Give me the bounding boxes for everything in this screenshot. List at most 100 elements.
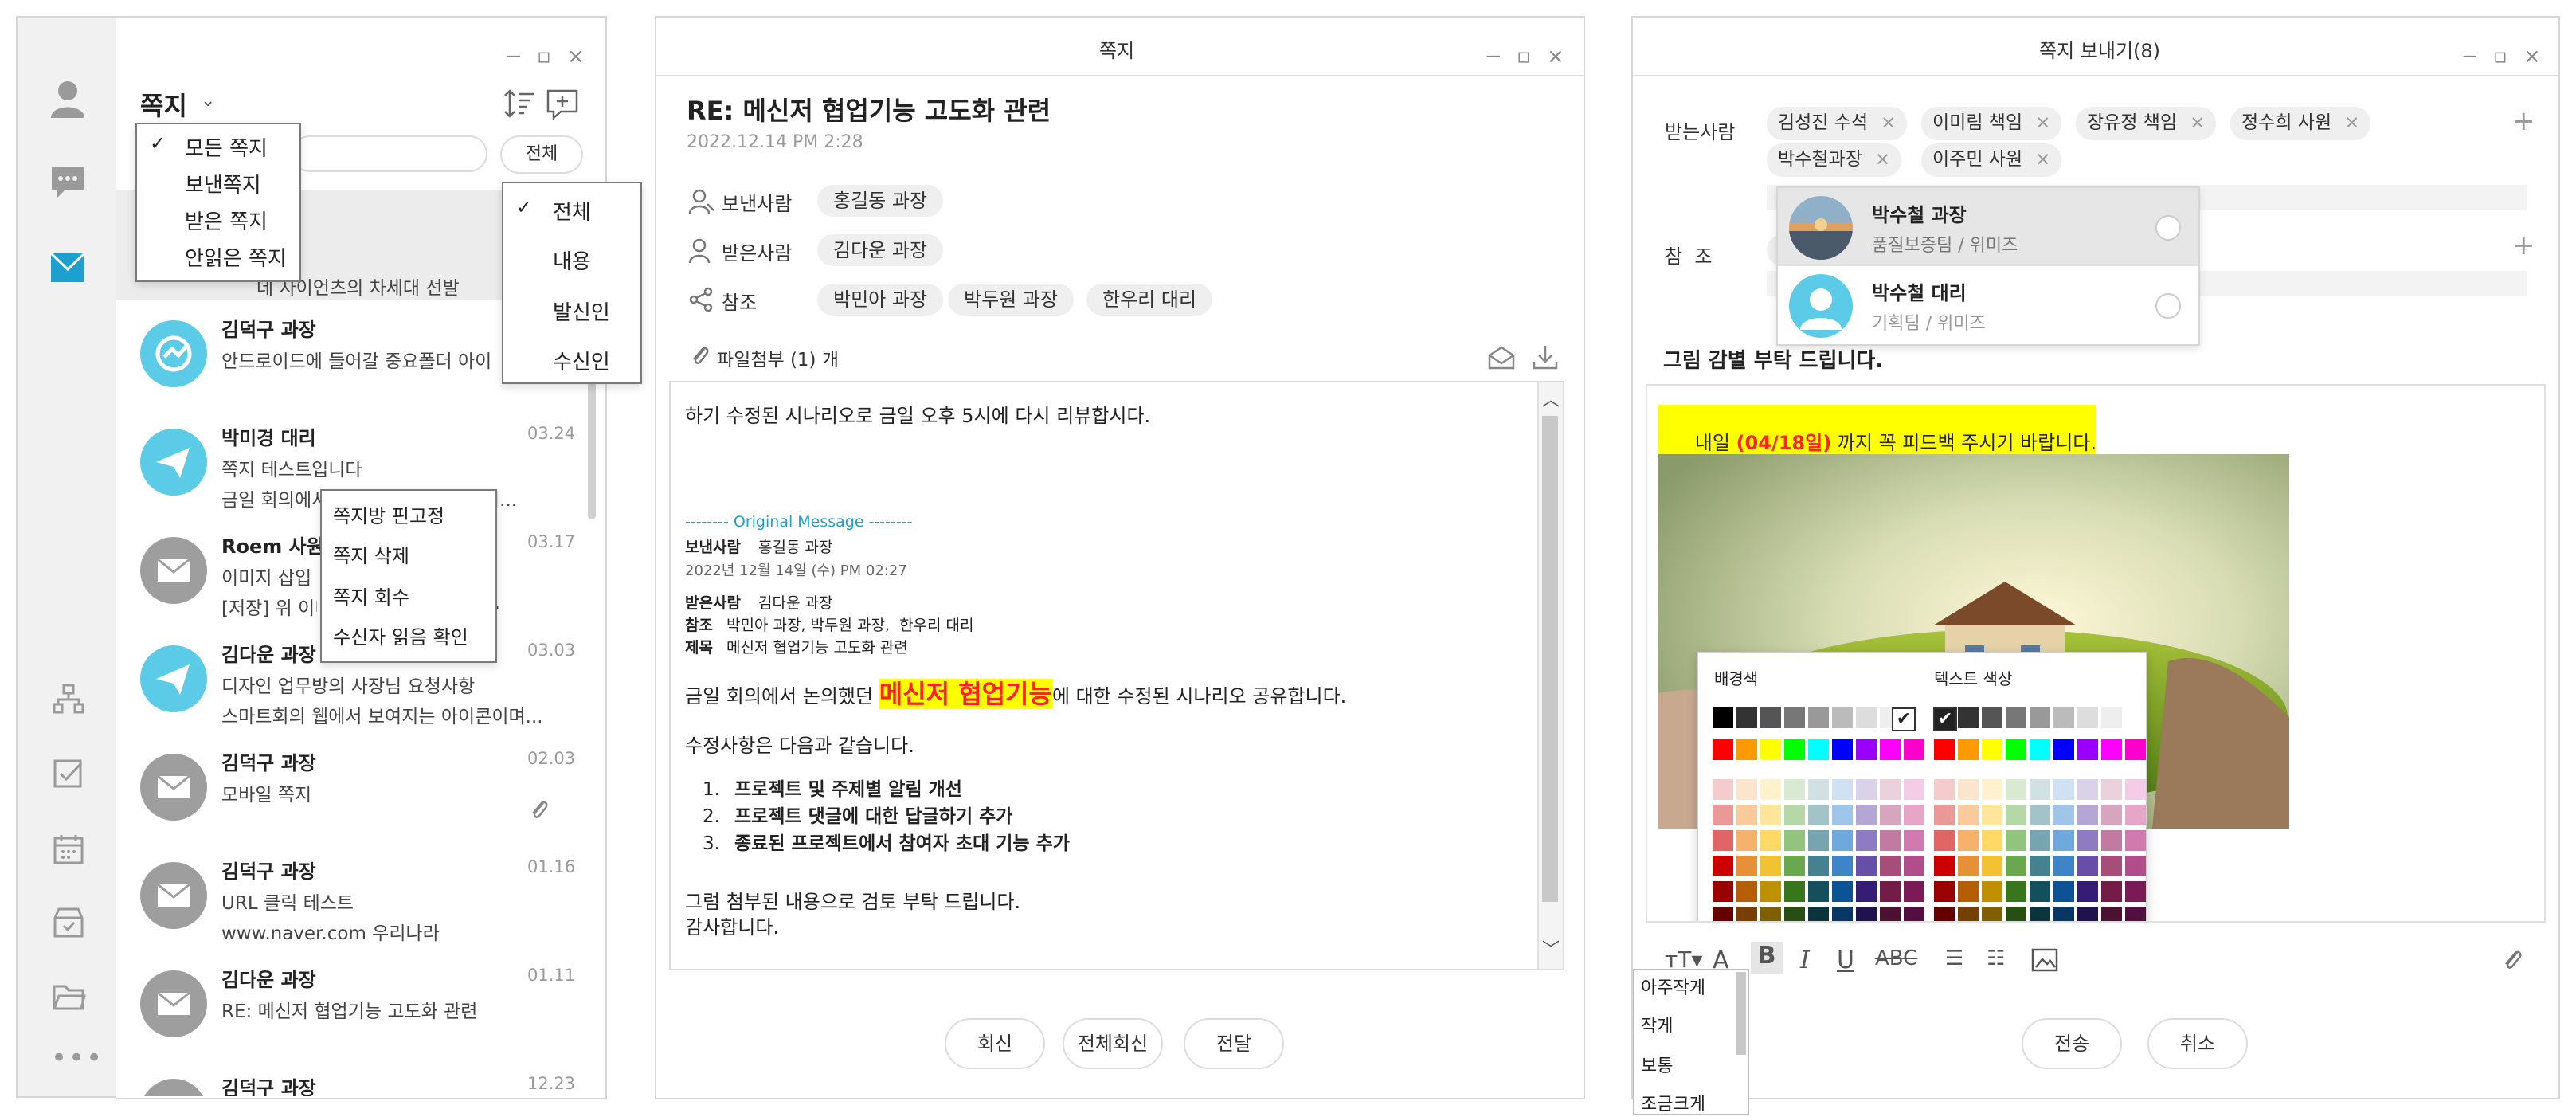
color-swatch[interactable] <box>2077 830 2098 851</box>
color-swatch[interactable] <box>1760 779 1781 800</box>
color-swatch[interactable] <box>1958 881 1979 902</box>
color-swatch[interactable] <box>1808 739 1829 760</box>
archive-box-icon[interactable] <box>53 907 84 939</box>
color-swatch[interactable] <box>2101 856 2122 876</box>
color-swatch[interactable] <box>1760 907 1781 921</box>
scope-menu-item[interactable]: 발신인 <box>553 296 610 326</box>
color-swatch[interactable] <box>2006 739 2026 760</box>
color-swatch[interactable] <box>1856 805 1877 825</box>
italic-icon[interactable]: I <box>1800 947 1810 974</box>
color-swatch[interactable] <box>1982 779 2002 800</box>
remove-icon[interactable]: × <box>2035 149 2050 170</box>
scroll-down-icon[interactable]: ﹀ <box>1542 935 1560 961</box>
color-swatch[interactable] <box>1934 805 1955 825</box>
color-swatch[interactable] <box>1958 707 1979 728</box>
close-icon[interactable]: × <box>2523 46 2541 67</box>
minimize-icon[interactable]: − <box>2461 46 2479 67</box>
color-swatch[interactable] <box>1713 707 1733 728</box>
color-swatch[interactable] <box>1904 739 1924 760</box>
color-swatch[interactable] <box>2006 856 2026 876</box>
suggestion-radio[interactable] <box>2155 293 2181 319</box>
color-swatch[interactable] <box>1784 881 1805 902</box>
color-swatch[interactable] <box>2053 779 2074 800</box>
receiver-chip[interactable]: 김다운 과장 <box>817 234 944 266</box>
task-check-icon[interactable] <box>53 758 84 790</box>
color-swatch[interactable] <box>1904 907 1924 921</box>
color-swatch[interactable] <box>1832 856 1853 876</box>
folder-icon[interactable] <box>53 983 86 1012</box>
body-scrollbar-thumb[interactable] <box>1542 416 1558 902</box>
recipient-chip[interactable]: 장유정 책임 × <box>2076 107 2217 140</box>
color-swatch[interactable] <box>1736 779 1757 800</box>
inbox-title[interactable]: 쪽지 <box>140 86 187 123</box>
mail-icon[interactable] <box>49 252 86 284</box>
color-swatch[interactable] <box>2053 739 2074 760</box>
maximize-icon[interactable]: ▫ <box>537 46 551 67</box>
color-swatch[interactable] <box>2006 881 2026 902</box>
sort-icon[interactable] <box>503 89 535 118</box>
color-swatch[interactable] <box>1832 881 1853 902</box>
color-swatch[interactable] <box>1713 907 1733 921</box>
color-swatch[interactable] <box>1808 856 1829 876</box>
color-swatch[interactable] <box>2053 881 2074 902</box>
color-swatch[interactable] <box>2030 707 2050 728</box>
color-swatch[interactable] <box>1904 830 1924 851</box>
color-swatch[interactable] <box>2006 830 2026 851</box>
color-swatch[interactable] <box>1784 707 1805 728</box>
color-swatch[interactable] <box>2030 856 2050 876</box>
color-swatch[interactable] <box>1808 707 1829 728</box>
strikethrough-icon[interactable]: ABC <box>1875 947 1917 970</box>
color-swatch[interactable] <box>1934 881 1955 902</box>
color-swatch[interactable] <box>1832 830 1853 851</box>
color-swatch[interactable] <box>2030 779 2050 800</box>
color-swatch[interactable] <box>2077 707 2098 728</box>
list-item[interactable]: 김다운 과장 01.11 RE: 메신저 협업기능 고도화 관련 <box>116 950 577 1058</box>
color-swatch[interactable] <box>1832 739 1853 760</box>
color-swatch[interactable] <box>1832 779 1853 800</box>
color-swatch[interactable] <box>2077 805 2098 825</box>
remove-icon[interactable]: × <box>2035 112 2050 133</box>
color-swatch[interactable] <box>1982 707 2002 728</box>
color-swatch[interactable] <box>1713 830 1733 851</box>
color-swatch[interactable] <box>1808 805 1829 825</box>
color-swatch[interactable] <box>1784 739 1805 760</box>
color-swatch[interactable] <box>1760 739 1781 760</box>
font-size-option[interactable]: 조금크게 <box>1641 1090 1705 1114</box>
color-swatch[interactable] <box>1784 830 1805 851</box>
color-swatch[interactable] <box>1856 739 1877 760</box>
maximize-icon[interactable]: ▫ <box>1517 46 1531 67</box>
reply-all-button[interactable]: 전체회신 <box>1063 1018 1163 1069</box>
color-swatch[interactable] <box>1982 881 2002 902</box>
color-swatch[interactable] <box>1760 881 1781 902</box>
color-swatch[interactable] <box>2125 856 2146 876</box>
color-swatch[interactable] <box>2077 907 2098 921</box>
font-size-menu-scrollbar[interactable] <box>1736 972 1746 1055</box>
cancel-button[interactable]: 취소 <box>2147 1018 2248 1069</box>
color-swatch[interactable] <box>2053 907 2074 921</box>
color-swatch[interactable] <box>2006 707 2026 728</box>
color-swatch[interactable] <box>2053 707 2074 728</box>
color-swatch[interactable] <box>1808 881 1829 902</box>
send-button[interactable]: 전송 <box>2022 1018 2122 1069</box>
color-swatch[interactable] <box>1784 805 1805 825</box>
color-swatch[interactable] <box>2125 707 2146 728</box>
attachment-count[interactable]: 파일첨부 (1) 개 <box>717 344 839 371</box>
cc-chip[interactable]: 박두원 과장 <box>948 284 1075 316</box>
color-swatch[interactable] <box>2125 805 2146 825</box>
color-swatch[interactable] <box>2077 779 2098 800</box>
color-swatch[interactable] <box>1808 779 1829 800</box>
recipient-chip[interactable]: 정수희 사원 × <box>2230 107 2371 140</box>
color-swatch[interactable] <box>2101 779 2122 800</box>
maximize-icon[interactable]: ▫ <box>2493 46 2507 67</box>
sender-chip[interactable]: 홍길동 과장 <box>817 185 944 217</box>
context-menu-item[interactable]: 쪽지 삭제 <box>333 540 409 568</box>
color-swatch[interactable] <box>1934 856 1955 876</box>
filter-menu-item[interactable]: 받은 쪽지 <box>185 206 268 235</box>
color-swatch[interactable] <box>1904 779 1924 800</box>
color-swatch[interactable] <box>2101 739 2122 760</box>
color-swatch[interactable] <box>1958 779 1979 800</box>
org-chart-icon[interactable] <box>53 684 84 714</box>
color-swatch[interactable] <box>1958 907 1979 921</box>
remove-icon[interactable]: × <box>2190 112 2205 133</box>
color-swatch[interactable] <box>1934 830 1955 851</box>
